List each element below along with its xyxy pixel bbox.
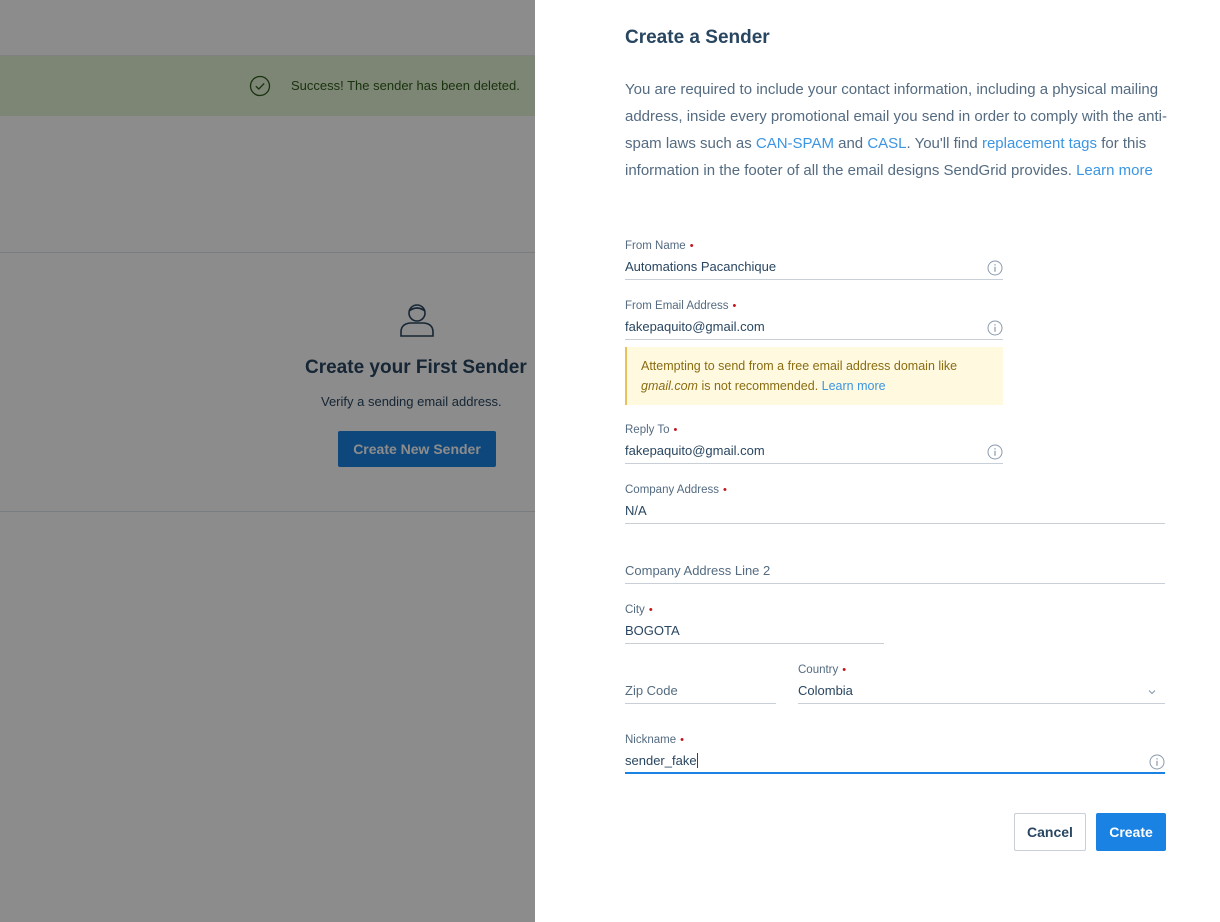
create-button[interactable]: Create: [1096, 813, 1166, 851]
free-domain-warning: Attempting to send from a free email add…: [625, 347, 1003, 405]
zip-code-input[interactable]: Zip Code: [625, 683, 678, 698]
city-field[interactable]: City • BOGOTA: [625, 604, 884, 644]
can-spam-link[interactable]: CAN-SPAM: [756, 135, 834, 152]
zip-code-underline: [625, 703, 776, 704]
required-marker: •: [689, 240, 694, 252]
company-address-underline: [625, 523, 1165, 524]
cancel-button[interactable]: Cancel: [1014, 813, 1086, 851]
panel-title: Create a Sender: [625, 27, 770, 48]
reply-to-field[interactable]: Reply To • fakepaquito@gmail.com: [625, 424, 1003, 464]
warning-learn-more-link[interactable]: Learn more: [822, 379, 886, 393]
info-icon[interactable]: [987, 320, 1003, 336]
from-name-label: From Name •: [625, 240, 694, 252]
required-marker: •: [673, 424, 678, 436]
nickname-input[interactable]: sender_fake: [625, 753, 698, 768]
company-address-label: Company Address •: [625, 484, 727, 496]
chevron-down-icon[interactable]: [1147, 687, 1157, 697]
learn-more-link[interactable]: Learn more: [1076, 162, 1153, 179]
info-icon[interactable]: [987, 444, 1003, 460]
casl-link[interactable]: CASL: [867, 135, 906, 152]
company-address-2-underline: [625, 583, 1165, 584]
reply-to-input[interactable]: fakepaquito@gmail.com: [625, 443, 765, 458]
required-marker: •: [842, 664, 847, 676]
info-icon[interactable]: [987, 260, 1003, 276]
warning-domain: gmail.com: [641, 379, 698, 393]
warning-text-2: is not recommended.: [697, 379, 822, 393]
nickname-underline-focused: [625, 772, 1165, 774]
text-caret: [696, 753, 698, 768]
nickname-field[interactable]: Nickname • sender_fake: [625, 734, 1165, 774]
nickname-value: sender_fake: [625, 753, 697, 768]
intro-text-and: and: [833, 135, 868, 152]
company-address-field[interactable]: Company Address • N/A: [625, 484, 1165, 524]
from-email-field[interactable]: From Email Address • fakepaquito@gmail.co…: [625, 300, 1003, 340]
replacement-tags-link[interactable]: replacement tags: [982, 135, 1097, 152]
nickname-label: Nickname •: [625, 734, 684, 746]
reply-to-label: Reply To •: [625, 424, 678, 436]
required-marker: •: [732, 300, 737, 312]
panel-intro: You are required to include your contact…: [625, 76, 1170, 184]
city-input[interactable]: BOGOTA: [625, 623, 680, 638]
company-address-2-field[interactable]: Company Address Line 2: [625, 544, 1165, 584]
city-underline: [625, 643, 884, 644]
country-underline: [798, 703, 1165, 704]
required-marker: •: [648, 604, 653, 616]
reply-to-underline: [625, 463, 1003, 464]
from-email-label: From Email Address •: [625, 300, 737, 312]
create-sender-panel: Create a Sender You are required to incl…: [535, 0, 1220, 922]
from-name-input[interactable]: Automations Pacanchique: [625, 259, 776, 274]
warning-text-1: Attempting to send from a free email add…: [641, 359, 958, 373]
info-icon[interactable]: [1149, 754, 1165, 770]
from-name-field[interactable]: From Name • Automations Pacanchique: [625, 240, 1003, 280]
from-name-underline: [625, 279, 1003, 280]
country-label: Country •: [798, 664, 847, 676]
zip-code-field[interactable]: Zip Code: [625, 664, 776, 704]
company-address-2-input[interactable]: Company Address Line 2: [625, 563, 770, 578]
city-label: City •: [625, 604, 653, 616]
intro-text-2: . You'll find: [906, 135, 982, 152]
from-email-underline: [625, 339, 1003, 340]
from-email-input[interactable]: fakepaquito@gmail.com: [625, 319, 765, 334]
country-select[interactable]: Country • Colombia: [798, 664, 1165, 704]
country-value[interactable]: Colombia: [798, 683, 853, 698]
required-marker: •: [722, 484, 727, 496]
required-marker: •: [680, 734, 684, 746]
company-address-input[interactable]: N/A: [625, 503, 647, 518]
